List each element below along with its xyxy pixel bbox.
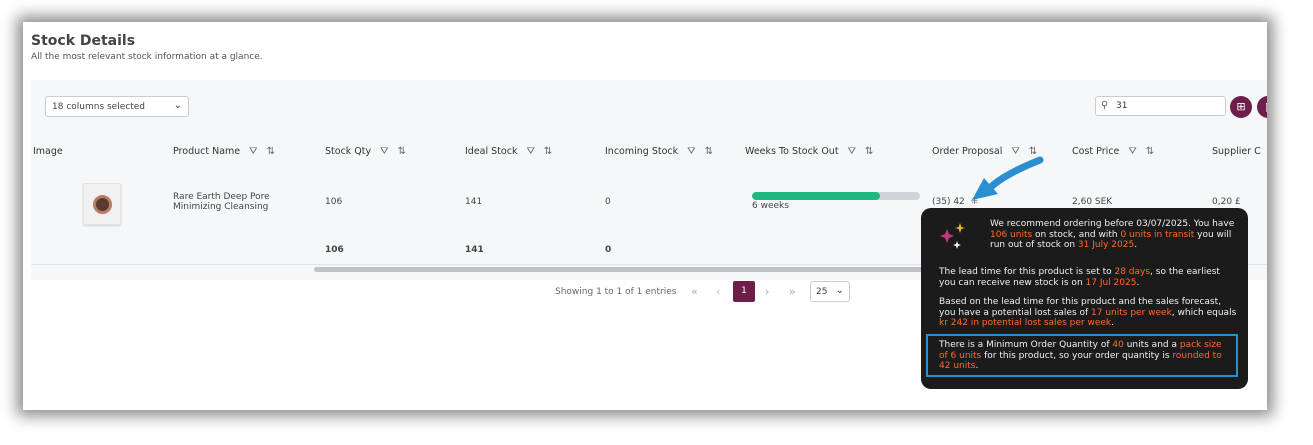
scrollbar-thumb[interactable] — [314, 267, 954, 272]
column-header-order-proposal[interactable]: Order Proposal ⛛ ⇅ — [932, 146, 1037, 157]
order-proposal-cell[interactable]: (35) 42 ⁜ — [932, 197, 978, 207]
document-icon: ▯ — [1265, 100, 1267, 113]
column-header-incoming-stock[interactable]: Incoming Stock ⛛ ⇅ — [605, 146, 713, 157]
product-name-cell[interactable]: Rare Earth Deep Pore Minimizing Cleansin… — [173, 192, 293, 212]
tooltip-paragraph-lost-sales: Based on the lead time for this product … — [939, 297, 1237, 328]
page-title: Stock Details — [31, 33, 136, 49]
search-icon: ⚲ — [1101, 100, 1109, 111]
sort-icon[interactable]: ⇅ — [398, 146, 406, 157]
sort-icon[interactable]: ⇅ — [267, 146, 275, 157]
sort-icon[interactable]: ⇅ — [1029, 146, 1037, 157]
supplier-cost-cell: 0,20 £ — [1212, 197, 1241, 207]
cost-price-cell: 2,60 SEK — [1072, 197, 1113, 207]
grid-view-button[interactable]: ⊞ — [1230, 96, 1252, 118]
sparkles-icon — [940, 223, 965, 249]
filter-icon[interactable]: ⛛ — [1011, 146, 1019, 157]
sort-icon[interactable]: ⇅ — [705, 146, 713, 157]
total-incoming-stock: 0 — [605, 245, 612, 255]
filter-icon[interactable]: ⛛ — [687, 146, 695, 157]
chevron-down-icon: ⌄ — [173, 100, 182, 111]
column-header-stock-qty[interactable]: Stock Qty ⛛ ⇅ — [325, 146, 406, 157]
filter-icon[interactable]: ⛛ — [249, 146, 257, 157]
weeks-progress-bar — [752, 192, 920, 200]
previous-page-icon[interactable]: ‹ — [716, 285, 720, 298]
stock-qty-cell: 106 — [325, 197, 343, 207]
column-header-cost-price[interactable]: Cost Price ⛛ ⇅ — [1072, 146, 1154, 157]
filter-icon[interactable]: ⛛ — [848, 146, 856, 157]
filter-icon[interactable]: ⛛ — [1128, 146, 1136, 157]
search-value: 31 — [1116, 101, 1128, 111]
export-button[interactable]: ▯ — [1257, 96, 1267, 118]
column-header-weeks-to-stock-out[interactable]: Weeks To Stock Out ⛛ ⇅ — [745, 146, 873, 157]
filter-icon[interactable]: ⛛ — [380, 146, 388, 157]
sort-icon[interactable]: ⇅ — [1146, 146, 1154, 157]
next-page-icon[interactable]: › — [765, 285, 769, 298]
weeks-to-stock-out-cell: 6 weeks — [752, 201, 789, 211]
page-button-current[interactable]: 1 — [733, 281, 755, 302]
page-size-select[interactable]: 25 ⌄ — [810, 281, 850, 302]
column-header-product-name[interactable]: Product Name ⛛ ⇅ — [173, 146, 275, 157]
column-header-supplier-cost[interactable]: Supplier C — [1212, 146, 1261, 157]
product-jar-image — [93, 195, 112, 214]
page-subtitle: All the most relevant stock information … — [31, 52, 263, 62]
total-stock-qty: 106 — [325, 245, 344, 255]
column-header-ideal-stock[interactable]: Ideal Stock ⛛ ⇅ — [465, 146, 552, 157]
last-page-icon[interactable]: » — [789, 285, 796, 298]
incoming-stock-cell: 0 — [605, 197, 611, 207]
total-ideal-stock: 141 — [465, 245, 484, 255]
sort-icon[interactable]: ⇅ — [865, 146, 873, 157]
tooltip-paragraph-lead-time: The lead time for this product is set to… — [939, 267, 1220, 288]
search-input[interactable]: ⚲ 31 — [1095, 96, 1226, 116]
column-header-image: Image — [33, 146, 63, 157]
sparkle-icon[interactable]: ⁜ — [971, 197, 979, 207]
order-proposal-tooltip: We recommend ordering before 03/07/2025.… — [921, 208, 1248, 389]
columns-select[interactable]: 18 columns selected ⌄ — [45, 96, 189, 117]
pagination-info: Showing 1 to 1 of 1 entries — [555, 287, 677, 297]
filter-icon[interactable]: ⛛ — [526, 146, 534, 157]
first-page-icon[interactable]: « — [691, 285, 698, 298]
weeks-progress-fill — [752, 192, 880, 200]
grid-icon: ⊞ — [1236, 100, 1246, 113]
tooltip-moq-highlight-box: There is a Minimum Order Quantity of 40 … — [926, 334, 1238, 377]
columns-select-label: 18 columns selected — [52, 102, 145, 112]
page-size-value: 25 — [816, 287, 828, 297]
ideal-stock-cell: 141 — [465, 197, 483, 207]
chevron-down-icon: ⌄ — [835, 285, 844, 296]
product-image[interactable] — [83, 183, 121, 225]
tooltip-paragraph-order-date: We recommend ordering before 03/07/2025.… — [990, 219, 1235, 250]
sort-icon[interactable]: ⇅ — [544, 146, 552, 157]
